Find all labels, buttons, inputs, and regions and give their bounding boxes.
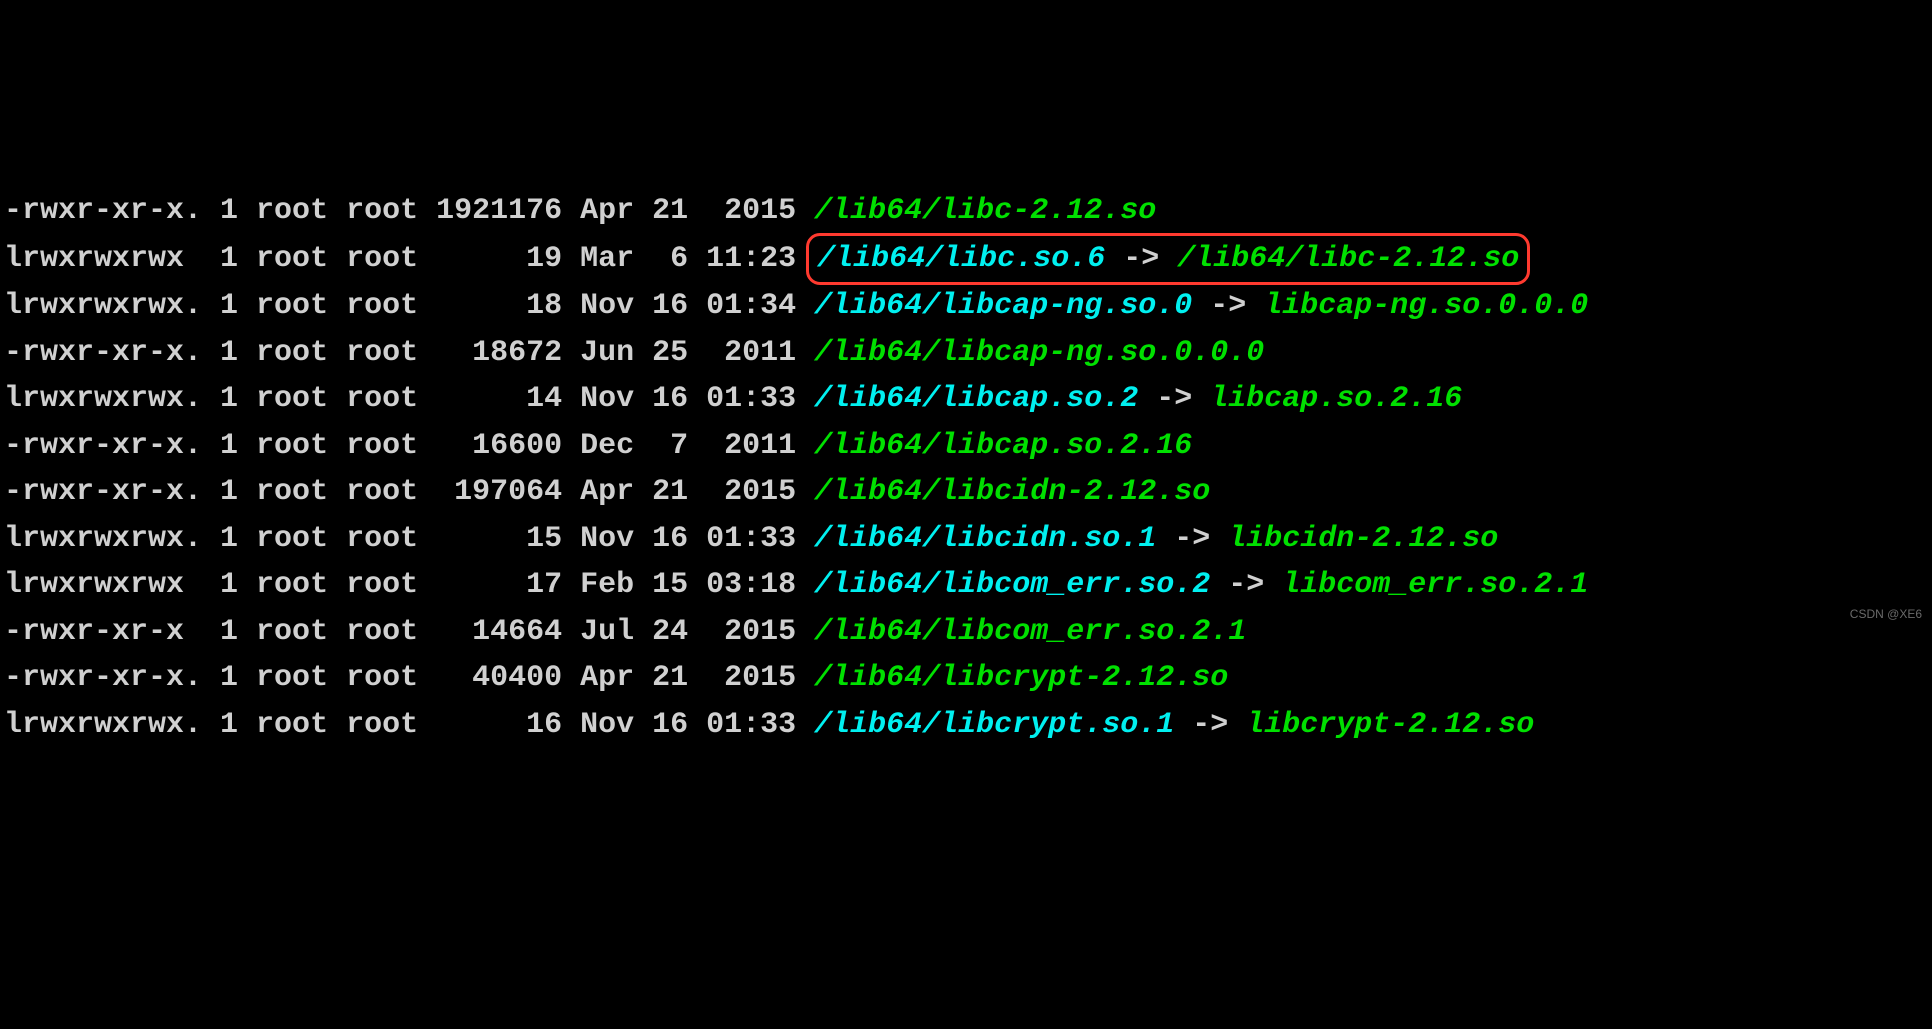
- file-meta: 1 root root 197064 Apr 21 2015: [202, 475, 814, 509]
- file-permissions: -rwxr-xr-x.: [4, 661, 202, 695]
- file-permissions: lrwxrwxrwx: [4, 242, 202, 276]
- file-permissions: lrwxrwxrwx.: [4, 289, 202, 323]
- file-meta: 1 root root 18 Nov 16 01:34: [202, 289, 814, 323]
- file-meta: 1 root root 19 Mar 6 11:23: [202, 242, 814, 276]
- file-row: -rwxr-xr-x. 1 root root 16600 Dec 7 2011…: [4, 423, 1928, 470]
- symlink-target: libcidn-2.12.so: [1228, 522, 1498, 556]
- file-path: /lib64/libcrypt.so.1: [814, 708, 1174, 742]
- file-path: /lib64/libcrypt-2.12.so: [814, 661, 1228, 695]
- file-meta: 1 root root 17 Feb 15 03:18: [202, 568, 814, 602]
- symlink-arrow: ->: [1210, 568, 1282, 602]
- file-row: -rwxr-xr-x. 1 root root 40400 Apr 21 201…: [4, 655, 1928, 702]
- file-meta: 1 root root 40400 Apr 21 2015: [202, 661, 814, 695]
- symlink-target: /lib64/libc-2.12.so: [1177, 242, 1519, 276]
- file-row: lrwxrwxrwx. 1 root root 16 Nov 16 01:33 …: [4, 702, 1928, 749]
- file-path: /lib64/libcap.so.2.16: [814, 429, 1192, 463]
- file-path: /lib64/libcap.so.2: [814, 382, 1138, 416]
- file-permissions: lrwxrwxrwx.: [4, 708, 202, 742]
- file-path: /lib64/libcap-ng.so.0.0.0: [814, 336, 1264, 370]
- symlink-arrow: ->: [1105, 242, 1177, 276]
- file-permissions: lrwxrwxrwx: [4, 568, 202, 602]
- file-row: -rwxr-xr-x. 1 root root 1921176 Apr 21 2…: [4, 188, 1928, 235]
- file-path: /lib64/libcom_err.so.2.1: [814, 615, 1246, 649]
- symlink-arrow: ->: [1156, 522, 1228, 556]
- file-row: lrwxrwxrwx. 1 root root 14 Nov 16 01:33 …: [4, 376, 1928, 423]
- file-row: lrwxrwxrwx. 1 root root 15 Nov 16 01:33 …: [4, 516, 1928, 563]
- file-path: /lib64/libcap-ng.so.0: [814, 289, 1192, 323]
- symlink-arrow: ->: [1174, 708, 1246, 742]
- file-meta: 1 root root 16600 Dec 7 2011: [202, 429, 814, 463]
- symlink-target: libcom_err.so.2.1: [1282, 568, 1588, 602]
- file-permissions: -rwxr-xr-x.: [4, 429, 202, 463]
- symlink-arrow: ->: [1192, 289, 1264, 323]
- file-row: lrwxrwxrwx 1 root root 17 Feb 15 03:18 /…: [4, 562, 1928, 609]
- symlink-target: libcap-ng.so.0.0.0: [1264, 289, 1588, 323]
- file-meta: 1 root root 18672 Jun 25 2011: [202, 336, 814, 370]
- file-row: lrwxrwxrwx. 1 root root 18 Nov 16 01:34 …: [4, 283, 1928, 330]
- file-row: lrwxrwxrwx 1 root root 19 Mar 6 11:23 /l…: [4, 235, 1928, 284]
- file-path: /lib64/libc-2.12.so: [814, 194, 1156, 228]
- symlink-arrow: ->: [1138, 382, 1210, 416]
- file-row: -rwxr-xr-x. 1 root root 197064 Apr 21 20…: [4, 469, 1928, 516]
- file-permissions: lrwxrwxrwx.: [4, 522, 202, 556]
- file-path: /lib64/libcom_err.so.2: [814, 568, 1210, 602]
- file-permissions: -rwxr-xr-x.: [4, 336, 202, 370]
- file-path: /lib64/libc.so.6: [817, 242, 1105, 276]
- file-row: -rwxr-xr-x 1 root root 14664 Jul 24 2015…: [4, 609, 1928, 656]
- file-row: -rwxr-xr-x. 1 root root 18672 Jun 25 201…: [4, 330, 1928, 377]
- file-permissions: lrwxrwxrwx.: [4, 382, 202, 416]
- file-meta: 1 root root 1921176 Apr 21 2015: [202, 194, 814, 228]
- file-meta: 1 root root 15 Nov 16 01:33: [202, 522, 814, 556]
- symlink-target: libcrypt-2.12.so: [1246, 708, 1534, 742]
- file-permissions: -rwxr-xr-x.: [4, 475, 202, 509]
- terminal-output: -rwxr-xr-x. 1 root root 1921176 Apr 21 2…: [4, 188, 1928, 748]
- highlight-annotation: /lib64/libc.so.6 -> /lib64/libc-2.12.so: [806, 233, 1530, 286]
- file-permissions: -rwxr-xr-x.: [4, 194, 202, 228]
- file-meta: 1 root root 16 Nov 16 01:33: [202, 708, 814, 742]
- watermark-text: CSDN @XE6: [1850, 605, 1922, 624]
- file-meta: 1 root root 14 Nov 16 01:33: [202, 382, 814, 416]
- file-path: /lib64/libcidn-2.12.so: [814, 475, 1210, 509]
- file-meta: 1 root root 14664 Jul 24 2015: [202, 615, 814, 649]
- symlink-target: libcap.so.2.16: [1210, 382, 1462, 416]
- file-path: /lib64/libcidn.so.1: [814, 522, 1156, 556]
- file-permissions: -rwxr-xr-x: [4, 615, 202, 649]
